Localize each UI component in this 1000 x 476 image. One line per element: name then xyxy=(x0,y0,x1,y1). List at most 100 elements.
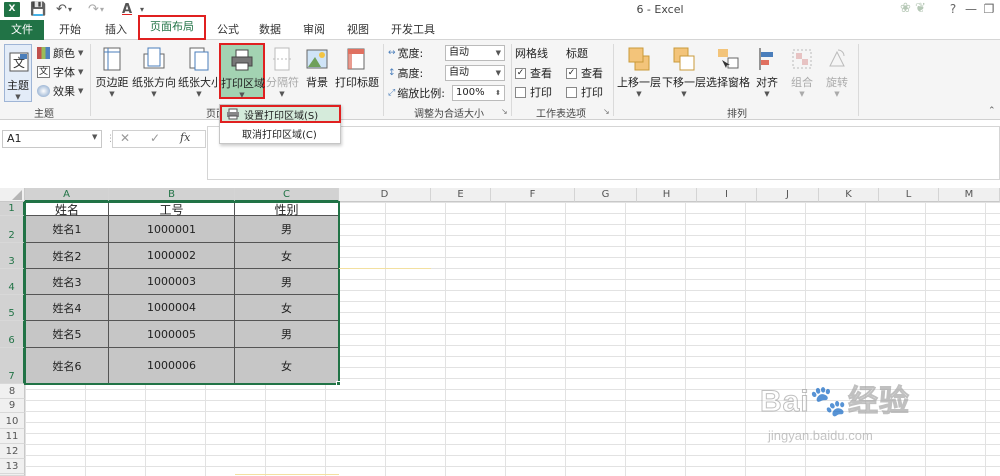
watermark-logo: Bai🐾经验 xyxy=(760,385,911,419)
rotate-button[interactable]: 旋转 ▼ xyxy=(822,44,852,98)
row-header-6[interactable]: 6 xyxy=(0,321,25,348)
table-cell[interactable]: 1000001 xyxy=(109,216,235,243)
row-header-12[interactable]: 12 xyxy=(0,444,25,459)
scale-input[interactable]: 100% ⬍ xyxy=(452,85,505,101)
tab-insert[interactable]: 插入 xyxy=(98,20,134,40)
effects-button[interactable]: 效果 ▼ xyxy=(37,83,83,99)
column-header-k[interactable]: K xyxy=(819,188,879,202)
table-cell[interactable]: 男 xyxy=(235,321,339,348)
cancel-icon[interactable]: ✕ xyxy=(120,131,130,145)
table-header-cell[interactable]: 姓名 xyxy=(26,203,109,217)
column-header-e[interactable]: E xyxy=(431,188,491,202)
row-header-4[interactable]: 4 xyxy=(0,269,25,295)
send-backward-button[interactable]: 下移一层 ▼ xyxy=(662,44,706,98)
splitter-icon[interactable]: ⋮ xyxy=(106,131,115,147)
margins-button[interactable]: 页边距 ▼ xyxy=(95,44,129,98)
background-button[interactable]: 背景 xyxy=(302,44,332,90)
table-cell[interactable]: 姓名3 xyxy=(26,269,109,295)
column-header-d[interactable]: D xyxy=(339,188,431,202)
redo-icon[interactable]: ↷ xyxy=(88,1,99,19)
table-cell[interactable]: 姓名5 xyxy=(26,321,109,348)
table-cell[interactable]: 1000003 xyxy=(109,269,235,295)
tab-page-layout[interactable]: 页面布局 xyxy=(138,15,206,40)
print-titles-label: 打印标题 xyxy=(335,76,379,89)
width-select[interactable]: 自动 ▼ xyxy=(445,45,505,61)
name-box[interactable]: A1 xyxy=(2,130,102,148)
column-header-f[interactable]: F xyxy=(491,188,575,202)
dialog-launcher-icon[interactable]: ↘ xyxy=(501,107,508,116)
group-button[interactable]: 组合 ▼ xyxy=(787,44,817,98)
name-box-dropdown-icon[interactable]: ▼ xyxy=(92,133,97,141)
row-header-7[interactable]: 7 xyxy=(0,348,25,384)
tab-review[interactable]: 审阅 xyxy=(296,20,332,40)
headings-view-checkbox[interactable]: ✓ 查看 xyxy=(566,65,603,81)
orientation-button[interactable]: 纸张方向 ▼ xyxy=(132,44,176,98)
row-header-9[interactable]: 9 xyxy=(0,399,25,413)
tab-file[interactable]: 文件 xyxy=(0,20,44,40)
table-cell[interactable]: 1000004 xyxy=(109,295,235,321)
print-titles-button[interactable]: 打印标题 xyxy=(334,44,380,90)
colors-button[interactable]: 颜色 ▼ xyxy=(37,45,83,61)
table-cell[interactable]: 女 xyxy=(235,243,339,269)
table-cell[interactable]: 男 xyxy=(235,216,339,243)
gridlines-view-checkbox[interactable]: ✓ 查看 xyxy=(515,65,552,81)
breaks-button[interactable]: 分隔符 ▼ xyxy=(266,44,299,98)
headings-print-checkbox[interactable]: 打印 xyxy=(566,84,603,100)
collapse-ribbon-icon[interactable]: ⌃ xyxy=(988,106,996,116)
size-button[interactable]: 纸张大小 ▼ xyxy=(178,44,222,98)
column-header-l[interactable]: L xyxy=(879,188,939,202)
font-color-icon[interactable]: A xyxy=(122,1,132,19)
row-header-1[interactable]: 1 xyxy=(0,202,25,216)
row-header-13[interactable]: 13 xyxy=(0,459,25,474)
fonts-button[interactable]: 文 字体 ▼ xyxy=(37,64,83,80)
table-cell[interactable]: 姓名2 xyxy=(26,243,109,269)
table-cell[interactable]: 1000002 xyxy=(109,243,235,269)
table-cell[interactable]: 女 xyxy=(235,295,339,321)
tab-view[interactable]: 视图 xyxy=(340,20,376,40)
selection-pane-button[interactable]: 选择窗格 xyxy=(706,44,750,90)
themes-button[interactable]: 文 主题 ▼ xyxy=(4,44,32,102)
row-header-3[interactable]: 3 xyxy=(0,243,25,269)
tab-formulas[interactable]: 公式 xyxy=(210,20,246,40)
column-header-g[interactable]: G xyxy=(575,188,637,202)
gridlines-print-checkbox[interactable]: 打印 xyxy=(515,84,552,100)
redo-dropdown-icon[interactable]: ▾ xyxy=(100,1,104,19)
insert-function-icon[interactable]: fx xyxy=(180,131,190,144)
set-print-area-item[interactable]: 设置打印区域(S) xyxy=(220,105,341,123)
column-header-h[interactable]: H xyxy=(637,188,697,202)
table-cell[interactable]: 1000005 xyxy=(109,321,235,348)
tab-developer[interactable]: 开发工具 xyxy=(386,20,440,40)
dialog-launcher-icon[interactable]: ↘ xyxy=(603,107,610,116)
clear-print-area-item[interactable]: 取消打印区域(C) xyxy=(220,124,341,142)
tab-data[interactable]: 数据 xyxy=(252,20,288,40)
print-area-button[interactable]: 打印区域 ▼ xyxy=(219,43,265,99)
column-header-m[interactable]: M xyxy=(939,188,1000,202)
undo-icon[interactable]: ↶ xyxy=(56,1,67,19)
restore-button[interactable]: ❐ xyxy=(978,1,1000,17)
table-cell[interactable]: 姓名1 xyxy=(26,216,109,243)
excel-app-icon[interactable]: X xyxy=(4,2,20,17)
row-header-10[interactable]: 10 xyxy=(0,413,25,429)
fill-handle[interactable] xyxy=(336,381,341,386)
row-header-11[interactable]: 11 xyxy=(0,429,25,444)
row-header-8[interactable]: 8 xyxy=(0,384,25,399)
row-header-5[interactable]: 5 xyxy=(0,295,25,321)
column-header-i[interactable]: I xyxy=(697,188,757,202)
row-header-2[interactable]: 2 xyxy=(0,216,25,243)
table-cell[interactable]: 女 xyxy=(235,348,339,384)
height-select[interactable]: 自动 ▼ xyxy=(445,65,505,81)
table-header-cell[interactable]: 性别 xyxy=(235,203,339,217)
table-cell[interactable]: 男 xyxy=(235,269,339,295)
save-icon[interactable]: 💾 xyxy=(30,1,46,19)
align-button[interactable]: 对齐 ▼ xyxy=(752,44,782,98)
enter-icon[interactable]: ✓ xyxy=(150,131,160,145)
tab-home[interactable]: 开始 xyxy=(52,20,88,40)
table-header-cell[interactable]: 工号 xyxy=(109,203,235,217)
column-header-j[interactable]: J xyxy=(757,188,819,202)
select-all-corner[interactable] xyxy=(0,188,25,202)
bring-forward-button[interactable]: 上移一层 ▼ xyxy=(617,44,661,98)
undo-dropdown-icon[interactable]: ▾ xyxy=(68,1,72,19)
table-cell[interactable]: 1000006 xyxy=(109,348,235,384)
table-cell[interactable]: 姓名6 xyxy=(26,348,109,384)
table-cell[interactable]: 姓名4 xyxy=(26,295,109,321)
